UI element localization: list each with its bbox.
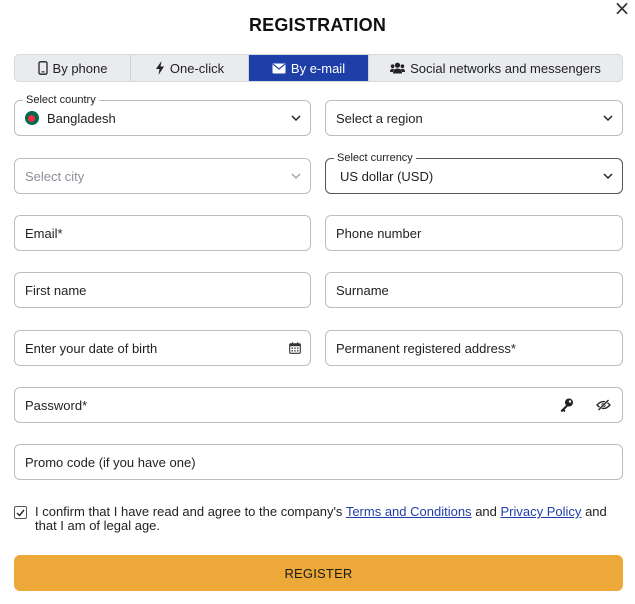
- tab-social-networks[interactable]: Social networks and messengers: [369, 55, 622, 81]
- address-placeholder: Permanent registered address*: [336, 340, 516, 356]
- phone-field[interactable]: Phone number: [325, 215, 623, 251]
- city-select[interactable]: Select city: [14, 158, 311, 194]
- first-name-placeholder: First name: [25, 282, 87, 298]
- envelope-icon: [272, 63, 286, 74]
- dob-placeholder: Enter your date of birth: [25, 340, 158, 356]
- terms-link[interactable]: Terms and Conditions: [346, 504, 472, 519]
- country-label: Select country: [23, 93, 99, 107]
- email-placeholder: Email*: [25, 225, 63, 241]
- consent-text: I confirm that I have read and agree to …: [35, 505, 623, 533]
- country-value: Bangladesh: [47, 110, 116, 126]
- chevron-down-icon: [291, 173, 301, 179]
- tab-label: By phone: [52, 60, 108, 76]
- tab-label: One-click: [169, 60, 225, 76]
- tab-by-phone[interactable]: By phone: [15, 55, 131, 81]
- consent-text-part: I confirm that I have read and agree to …: [35, 504, 343, 519]
- surname-placeholder: Surname: [336, 282, 389, 298]
- privacy-policy-link[interactable]: Privacy Policy: [501, 504, 582, 519]
- tab-one-click[interactable]: One-click: [131, 55, 249, 81]
- checkmark-icon: [16, 509, 25, 517]
- tab-label: Social networks and messengers: [410, 60, 601, 76]
- region-select[interactable]: Select a region: [325, 100, 623, 136]
- tab-label: By e-mail: [290, 60, 346, 76]
- promo-code-field[interactable]: Promo code (if you have one): [14, 444, 623, 480]
- email-field[interactable]: Email*: [14, 215, 311, 251]
- lightning-icon: [155, 61, 165, 75]
- currency-value: US dollar (USD): [340, 168, 434, 184]
- password-placeholder: Password*: [25, 397, 88, 413]
- terms-consent: I confirm that I have read and agree to …: [14, 505, 623, 533]
- promo-placeholder: Promo code (if you have one): [25, 454, 196, 470]
- address-field[interactable]: Permanent registered address*: [325, 330, 623, 366]
- currency-label: Select currency: [334, 151, 416, 165]
- key-icon[interactable]: [559, 398, 574, 413]
- register-button[interactable]: REGISTER: [14, 555, 623, 591]
- region-placeholder: Select a region: [336, 110, 423, 126]
- registration-method-tabs: By phone One-click By e-mail Social netw…: [14, 54, 623, 82]
- date-of-birth-field[interactable]: Enter your date of birth: [14, 330, 311, 366]
- password-field[interactable]: Password*: [14, 387, 623, 423]
- city-placeholder: Select city: [25, 168, 85, 184]
- chevron-down-icon: [603, 173, 613, 180]
- first-name-field[interactable]: First name: [14, 272, 311, 308]
- tab-by-email[interactable]: By e-mail: [249, 55, 369, 81]
- page-title: REGISTRATION: [248, 15, 387, 35]
- chevron-down-icon: [603, 115, 613, 122]
- phone-icon: [37, 61, 48, 75]
- users-icon: [390, 62, 406, 74]
- bangladesh-flag-icon: [25, 111, 39, 125]
- consent-checkbox[interactable]: [14, 506, 27, 519]
- calendar-icon[interactable]: [289, 342, 301, 354]
- surname-field[interactable]: Surname: [325, 272, 623, 308]
- country-select[interactable]: Select country Bangladesh: [14, 93, 311, 136]
- consent-text-part: and: [475, 504, 497, 519]
- phone-placeholder: Phone number: [336, 225, 422, 241]
- eye-slash-icon[interactable]: [596, 399, 611, 411]
- currency-select[interactable]: Select currency US dollar (USD): [325, 151, 623, 194]
- chevron-down-icon: [291, 115, 301, 122]
